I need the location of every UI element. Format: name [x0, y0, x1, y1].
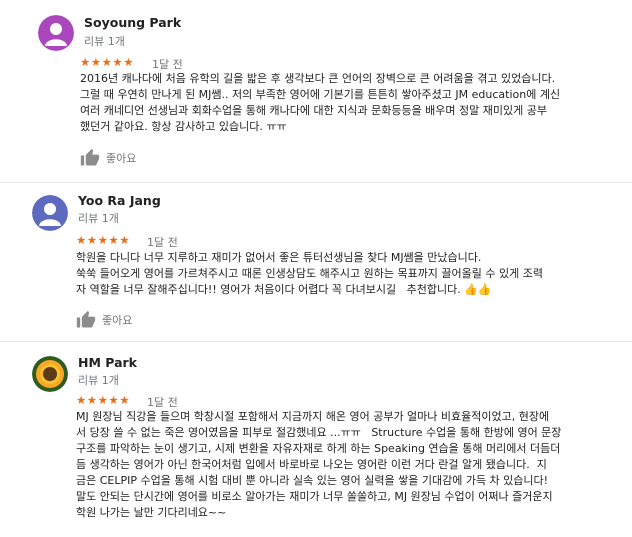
- avatar[interactable]: [32, 195, 68, 231]
- review-time: 1달 전: [147, 236, 178, 249]
- avatar-sunflower-center: [43, 367, 57, 381]
- like-label: 좋아요: [102, 314, 133, 327]
- reviewer-review-count: 리뷰 1개: [78, 374, 119, 387]
- like-button[interactable]: 좋아요: [76, 310, 132, 330]
- avatar-head: [44, 203, 56, 215]
- review-time: 1달 전: [147, 396, 178, 409]
- review-text: 2016년 캐나다에 처음 유학의 길을 밟은 후 생각보다 큰 언어의 장벽으…: [80, 72, 561, 133]
- review-text: MJ 원장님 직강을 들으며 학창시절 포함해서 지금까지 해온 영어 공부가 …: [76, 410, 562, 519]
- review-text: 학원을 다니다 너무 지루하고 재미가 없어서 좋은 튜터선생님을 찾다 MJ쌤…: [76, 251, 543, 296]
- avatar-head: [50, 23, 62, 35]
- review-card: Yoo Ra Jang 리뷰 1개 ★★★★★ 1달 전 학원을 다니다 너무 …: [0, 183, 632, 341]
- star-rating: ★★★★★: [80, 55, 135, 69]
- review-card: HM Park 리뷰 1개 ★★★★★ 1달 전 MJ 원장님 직강을 들으며 …: [0, 342, 632, 537]
- star-rating: ★★★★★: [76, 393, 131, 407]
- review-card: Soyoung Park 리뷰 1개 ★★★★★ 1달 전 2016년 캐나다에…: [0, 0, 632, 182]
- avatar[interactable]: [38, 15, 74, 51]
- reviewer-review-count: 리뷰 1개: [78, 212, 119, 225]
- thumbs-up-icon: [76, 310, 96, 328]
- reviewer-name[interactable]: HM Park: [78, 355, 137, 370]
- reviewer-name[interactable]: Soyoung Park: [84, 15, 181, 30]
- avatar[interactable]: [32, 356, 68, 392]
- review-time: 1달 전: [152, 58, 183, 71]
- star-rating: ★★★★★: [76, 233, 131, 247]
- reviewer-review-count: 리뷰 1개: [84, 35, 125, 48]
- thumbs-up-icon: [80, 148, 100, 166]
- like-button[interactable]: 좋아요: [80, 148, 136, 168]
- reviewer-name[interactable]: Yoo Ra Jang: [78, 193, 161, 208]
- like-label: 좋아요: [106, 152, 137, 165]
